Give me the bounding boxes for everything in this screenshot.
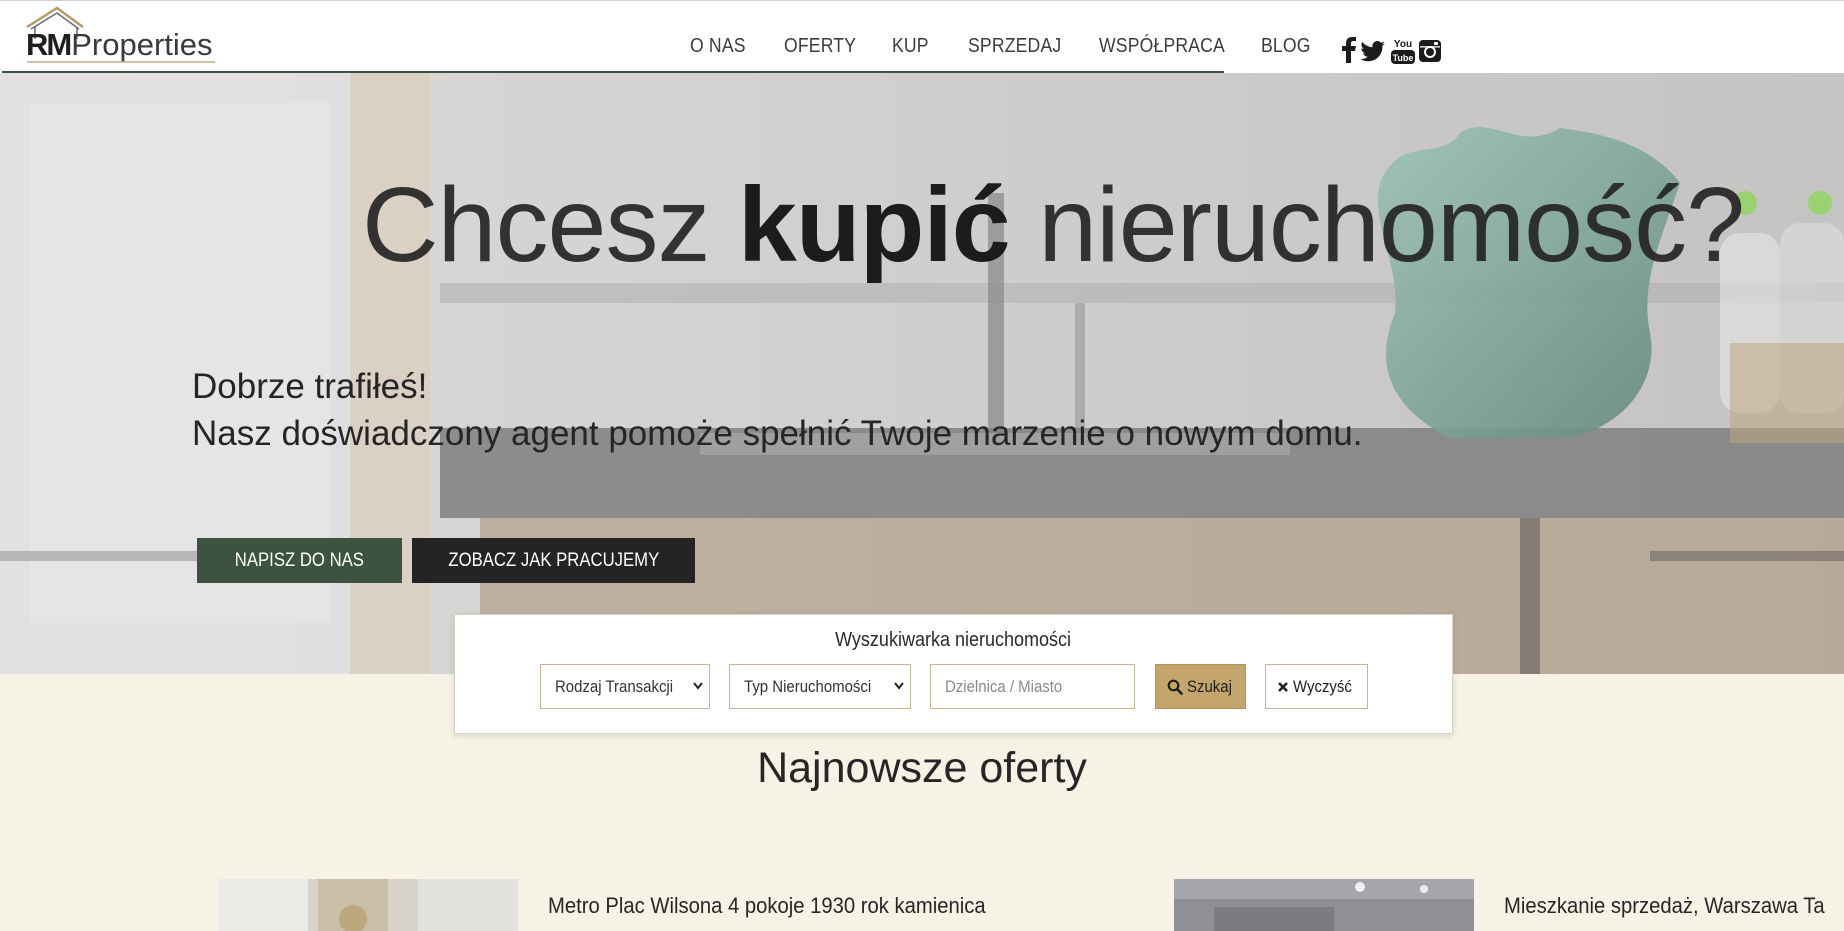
nav-item-o-nas[interactable]: O NAS bbox=[690, 35, 746, 58]
clear-button-label: Wyczyść bbox=[1293, 677, 1352, 696]
district-city-placeholder: Dzielnica / Miasto bbox=[945, 677, 1063, 696]
search-title-text: Wyszukiwarka nieruchomości bbox=[835, 629, 1072, 651]
youtube-icon[interactable]: You Tube bbox=[1390, 37, 1416, 64]
logo[interactable]: RMProperties bbox=[25, 5, 225, 63]
contact-us-label: NAPISZ DO NAS bbox=[234, 550, 365, 571]
offer-image[interactable] bbox=[218, 879, 518, 931]
logo-rm: RM bbox=[26, 27, 72, 62]
nav-item-blog[interactable]: BLOG bbox=[1261, 35, 1311, 58]
search-button[interactable]: Szukaj bbox=[1155, 664, 1246, 709]
offer-image[interactable] bbox=[1174, 879, 1474, 931]
instagram-icon[interactable] bbox=[1418, 37, 1442, 63]
nav-item-oferty[interactable]: OFERTY bbox=[784, 35, 856, 58]
offer-photo bbox=[218, 879, 518, 931]
hero-title-bold: kupić bbox=[737, 166, 1011, 284]
offer-card[interactable]: Metro Plac Wilsona 4 pokoje 1930 rok kam… bbox=[218, 879, 1038, 931]
twitter-icon[interactable] bbox=[1360, 37, 1386, 63]
hero-banner: Chcesz kupić nieruchomość? Dobrze trafił… bbox=[0, 73, 1844, 674]
latest-offers-heading: Najnowsze oferty bbox=[757, 744, 1087, 792]
hero-title-part2: nieruchomość? bbox=[1009, 166, 1745, 284]
transaction-type-value: Rodzaj Transakcji bbox=[555, 677, 674, 696]
nav-item-wspolpraca[interactable]: WSPÓŁPRACA bbox=[1099, 35, 1225, 58]
search-button-label: Szukaj bbox=[1187, 677, 1232, 696]
clear-button[interactable]: Wyczyść bbox=[1265, 664, 1368, 709]
property-search-panel: Wyszukiwarka nieruchomości Rodzaj Transa… bbox=[454, 614, 1453, 734]
property-type-value: Typ Nieruchomości bbox=[744, 677, 872, 696]
nav-item-kup[interactable]: KUP bbox=[892, 35, 929, 58]
chevron-down-icon bbox=[894, 682, 904, 690]
contact-us-button[interactable]: NAPISZ DO NAS bbox=[197, 538, 402, 583]
offer-card[interactable]: Mieszkanie sprzedaż, Warszawa Ta bbox=[1174, 879, 1844, 931]
hero-title: Chcesz kupić nieruchomość? bbox=[362, 165, 1745, 285]
offer-title[interactable]: Mieszkanie sprzedaż, Warszawa Ta bbox=[1504, 893, 1825, 919]
close-icon bbox=[1278, 682, 1288, 692]
transaction-type-select[interactable]: Rodzaj Transakcji bbox=[540, 664, 710, 709]
nav-item-sprzedaj[interactable]: SPRZEDAJ bbox=[968, 35, 1061, 58]
offer-title[interactable]: Metro Plac Wilsona 4 pokoje 1930 rok kam… bbox=[548, 893, 986, 919]
hero-subtitle-line1: Dobrze trafiłeś! bbox=[192, 367, 428, 406]
hero-subtitle-line2: Nasz doświadczony agent pomoże spełnić T… bbox=[192, 414, 1363, 453]
search-icon bbox=[1167, 679, 1183, 695]
offer-photo bbox=[1174, 879, 1474, 931]
chevron-down-icon bbox=[693, 682, 703, 690]
how-we-work-label: ZOBACZ JAK PRACUJEMY bbox=[448, 550, 659, 571]
youtube-tube-text: Tube bbox=[1393, 53, 1414, 63]
search-title: Wyszukiwarka nieruchomości bbox=[455, 629, 1452, 652]
district-city-input[interactable]: Dzielnica / Miasto bbox=[930, 664, 1135, 709]
site-header: RMProperties O NAS OFERTY KUP SPRZEDAJ W… bbox=[0, 0, 1844, 74]
hero-subtitle: Dobrze trafiłeś! Nasz doświadczony agent… bbox=[192, 363, 1363, 457]
property-type-select[interactable]: Typ Nieruchomości bbox=[729, 664, 911, 709]
logo-properties: Properties bbox=[71, 27, 213, 62]
logo-text: RMProperties bbox=[26, 27, 213, 63]
logo-underline bbox=[27, 61, 215, 63]
youtube-you-text: You bbox=[1394, 39, 1412, 50]
hero-title-part1: Chcesz bbox=[362, 166, 738, 284]
how-we-work-button[interactable]: ZOBACZ JAK PRACUJEMY bbox=[412, 538, 695, 583]
